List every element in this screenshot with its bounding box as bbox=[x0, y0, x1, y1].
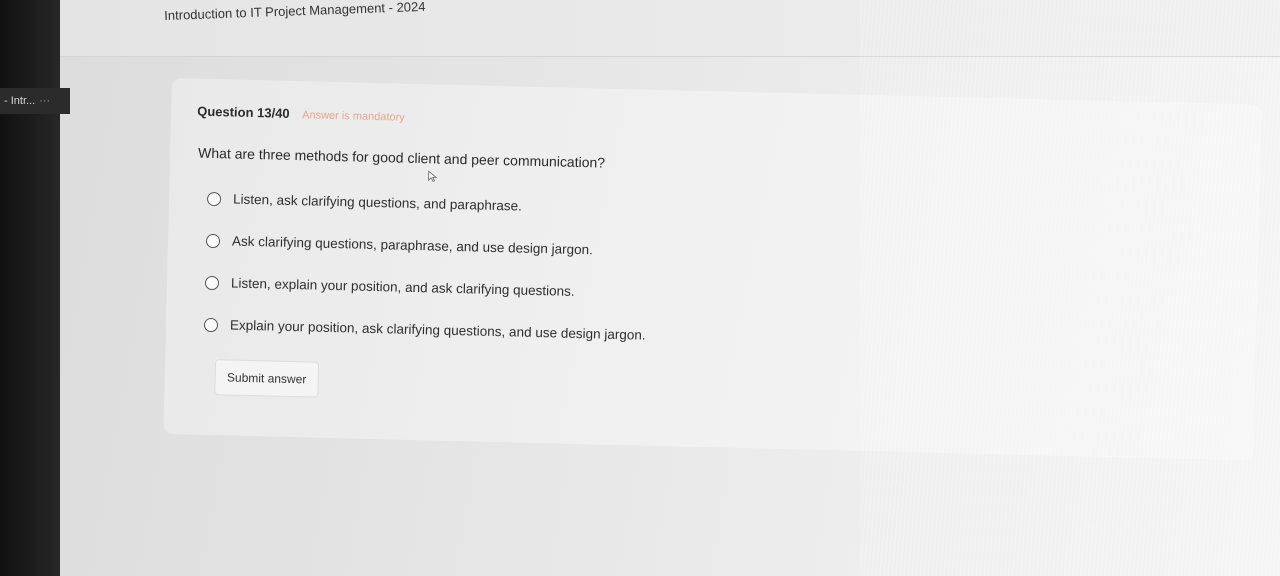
radio-button-icon[interactable] bbox=[206, 191, 222, 206]
radio-button-icon[interactable] bbox=[205, 233, 221, 248]
radio-button-icon[interactable] bbox=[204, 275, 220, 290]
submit-answer-button[interactable]: Submit answer bbox=[214, 359, 320, 398]
more-icon: ··· bbox=[39, 95, 51, 107]
answer-option-3[interactable]: Listen, explain your position, and ask c… bbox=[204, 275, 575, 299]
header-bar: Introduction to IT Project Management - … bbox=[60, 0, 1280, 57]
question-card: Question 13/40 Answer is mandatory What … bbox=[163, 78, 1262, 461]
option-label: Listen, ask clarifying questions, and pa… bbox=[232, 191, 523, 214]
screen: Introduction to IT Project Management - … bbox=[60, 0, 1280, 576]
browser-tab[interactable]: - Intr... ··· bbox=[0, 88, 70, 114]
question-header: Question 13/40 Answer is mandatory bbox=[197, 103, 405, 126]
option-label: Listen, explain your position, and ask c… bbox=[230, 275, 575, 299]
option-label: Ask clarifying questions, paraphrase, an… bbox=[231, 233, 594, 258]
option-label: Explain your position, ask clarifying qu… bbox=[229, 317, 646, 343]
course-title: Introduction to IT Project Management - … bbox=[164, 0, 426, 23]
mouse-cursor-icon bbox=[428, 170, 438, 182]
answer-option-1[interactable]: Listen, ask clarifying questions, and pa… bbox=[206, 191, 523, 214]
question-text: What are three methods for good client a… bbox=[197, 144, 606, 171]
answer-option-2[interactable]: Ask clarifying questions, paraphrase, an… bbox=[205, 233, 594, 258]
tab-label: - Intr... bbox=[4, 95, 36, 107]
mandatory-notice: Answer is mandatory bbox=[301, 109, 405, 124]
answer-option-4[interactable]: Explain your position, ask clarifying qu… bbox=[203, 317, 646, 343]
question-number: Question 13/40 bbox=[197, 103, 290, 121]
radio-button-icon[interactable] bbox=[203, 317, 219, 332]
